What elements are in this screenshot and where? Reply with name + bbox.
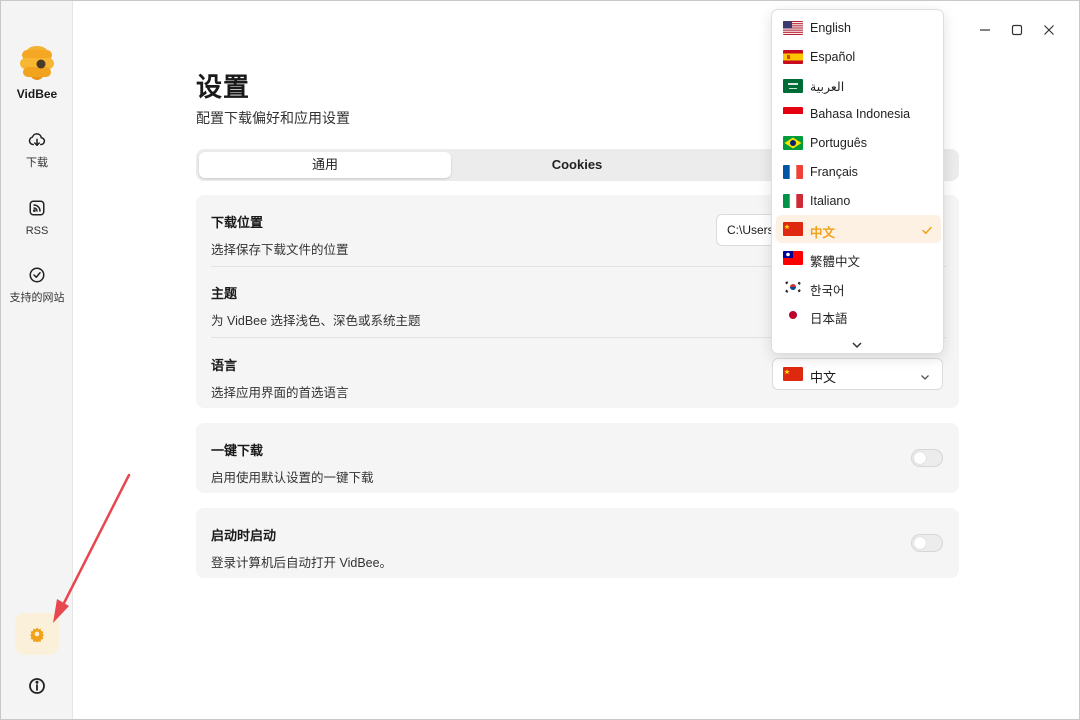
sidebar-item-label: 支持的网站 [9,292,65,304]
language-select[interactable]: 中文 [772,358,943,390]
language-option-label: Français [810,165,858,179]
info-icon [29,678,45,694]
settings-button[interactable] [15,613,59,655]
app-name: VidBee [16,87,58,101]
rss-icon [29,200,45,216]
maximize-button[interactable] [1005,19,1029,41]
tab-general[interactable]: 通用 [199,152,451,178]
language-option-label: 日本語 [810,312,848,326]
it-flag-icon [783,194,803,208]
language-option-label: 繁體中文 [810,255,861,269]
sidebar-item-label: RSS [25,225,49,237]
br-flag-icon [783,136,803,150]
cn-flag-icon [783,367,803,381]
check-circle-icon [29,267,45,283]
launch-card: 启动时启动 登录计算机后自动打开 VidBee。 [196,508,959,578]
minimize-icon [980,29,990,31]
one-click-row: 一键下载 启用使用默认设置的一键下载 [211,440,946,486]
language-option-french[interactable]: Français [776,158,941,186]
language-dropdown: English Español العربية Bahasa Indonesia [771,9,944,354]
language-option-english[interactable]: English [776,14,941,42]
language-option-japanese[interactable]: 日本語 [776,301,941,329]
tw-flag-icon [783,251,803,265]
language-option-label: Português [810,136,867,150]
info-button[interactable] [25,674,49,698]
page-subtitle: 配置下载偏好和应用设置 [196,110,350,126]
es-flag-icon [783,50,803,64]
language-option-label: 中文 [810,226,836,240]
language-option-label: Bahasa Indonesia [810,107,911,121]
kr-flag-icon [783,280,803,294]
sidebar-item-supported-sites[interactable]: 支持的网站 [1,266,73,305]
language-option-indonesian[interactable]: Bahasa Indonesia [776,100,941,128]
language-option-label: Italiano [810,194,851,208]
language-option-chinese[interactable]: 中文 [776,215,941,243]
language-option-italian[interactable]: Italiano [776,187,941,215]
id-flag-icon [783,107,803,121]
launch-toggle[interactable] [911,534,943,552]
sidebar-item-download[interactable]: 下载 [1,131,73,170]
launch-title: 启动时启动 [211,528,277,543]
one-click-toggle[interactable] [911,449,943,467]
check-icon [921,223,933,241]
sidebar-item-rss[interactable]: RSS [1,199,73,238]
tab-cookies[interactable]: Cookies [451,152,703,178]
launch-row: 启动时启动 登录计算机后自动打开 VidBee。 [211,525,946,571]
language-option-label: Español [810,50,856,64]
one-click-desc: 启用使用默认设置的一键下载 [211,471,374,485]
vidbee-logo [18,43,56,81]
language-option-portuguese[interactable]: Português [776,129,941,157]
language-option-label: العربية [810,80,845,94]
fr-flag-icon [783,165,803,179]
cn-flag-icon [783,222,803,236]
close-icon [1044,25,1054,35]
one-click-title: 一键下载 [211,443,264,458]
close-button[interactable] [1037,19,1061,41]
sa-flag-icon [783,79,803,93]
download-icon [28,133,46,146]
scroll-down-chevron-icon[interactable] [851,337,863,355]
sidebar: VidBee 下载 RSS 支持的网站 [1,1,73,719]
language-option-traditional-chinese[interactable]: 繁體中文 [776,244,941,272]
app-window: VidBee 下载 RSS 支持的网站 设置 配置下载偏好和应用设置 通用 Co… [0,0,1080,720]
language-option-arabic[interactable]: العربية [776,72,941,100]
maximize-icon [1011,24,1023,36]
minimize-button[interactable] [973,19,997,41]
language-select-value: 中文 [810,370,837,385]
page-title: 设置 [196,72,251,102]
gear-icon [30,627,44,642]
launch-desc: 登录计算机后自动打开 VidBee。 [211,556,393,570]
chevron-down-icon [920,369,930,387]
one-click-card: 一键下载 启用使用默认设置的一键下载 [196,423,959,493]
language-option-spanish[interactable]: Español [776,43,941,71]
jp-flag-icon [783,308,803,322]
us-flag-icon [783,21,803,35]
language-option-label: 한국어 [810,284,845,298]
language-option-label: English [810,21,851,35]
language-option-korean[interactable]: 한국어 [776,273,941,301]
sidebar-item-label: 下载 [26,157,48,169]
